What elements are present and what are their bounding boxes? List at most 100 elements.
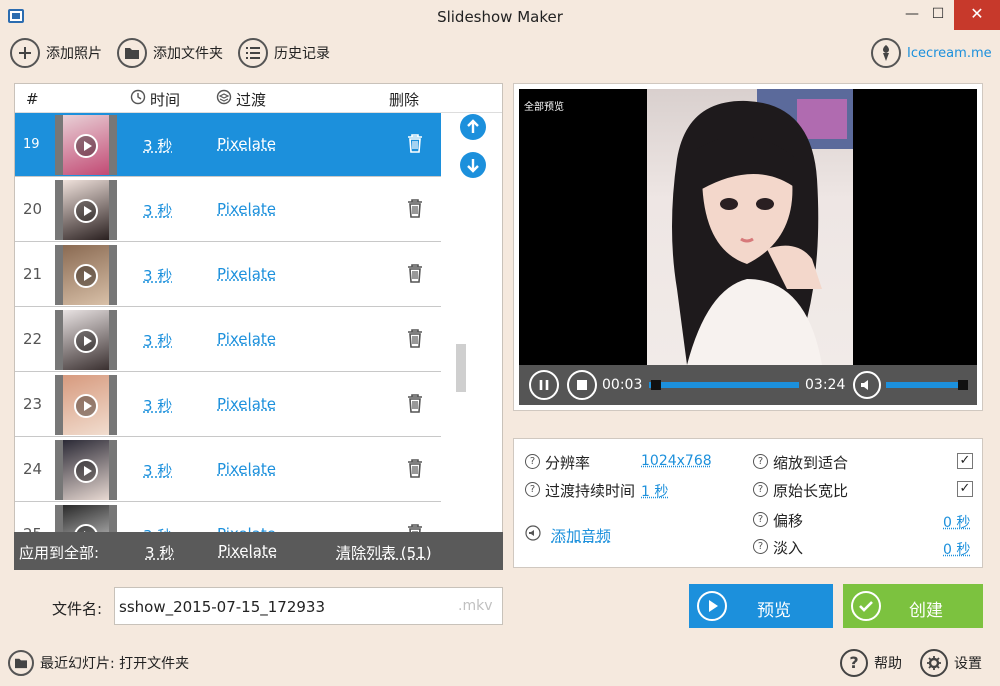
slide-number: 21	[23, 265, 43, 283]
close-button[interactable]: ✕	[954, 0, 1000, 30]
recent-slideshows-label: 最近幻灯片: 打开文件夹	[40, 656, 190, 672]
slide-transition[interactable]: Pixelate	[217, 330, 276, 348]
slide-thumbnail[interactable]	[55, 375, 117, 435]
title-bar: Slideshow Maker — ☐ ✕	[0, 0, 1000, 34]
slide-transition[interactable]: Pixelate	[217, 460, 276, 478]
maximize-button[interactable]: ☐	[923, 0, 953, 30]
icecream-logo-icon	[871, 38, 901, 68]
slide-duration[interactable]: 3 秒	[143, 330, 172, 351]
help-circle-icon[interactable]: ?	[753, 512, 768, 527]
resolution-label: 分辨率	[545, 454, 591, 472]
slide-transition[interactable]: Pixelate	[217, 200, 276, 218]
scale-to-fit-checkbox[interactable]: ✓	[957, 453, 973, 469]
slide-row[interactable]: 19 3 秒 Pixelate	[15, 113, 441, 177]
play-icon[interactable]	[74, 459, 98, 483]
slide-duration[interactable]: 3 秒	[143, 265, 172, 286]
volume-track[interactable]	[886, 380, 968, 390]
clear-list-link[interactable]: 清除列表 (51)	[336, 542, 432, 563]
apply-all-transition[interactable]: Pixelate	[218, 542, 277, 560]
plus-icon	[10, 38, 40, 68]
preview-button[interactable]: 预览	[689, 584, 833, 628]
slide-duration[interactable]: 3 秒	[143, 395, 172, 416]
header-time[interactable]: 时间	[150, 89, 180, 110]
help-circle-icon[interactable]: ?	[753, 482, 768, 497]
move-up-button[interactable]	[460, 114, 486, 140]
trash-icon[interactable]	[407, 393, 423, 413]
transition-duration-value[interactable]: 1 秒	[641, 481, 668, 501]
stop-button[interactable]	[567, 370, 597, 400]
pause-icon	[539, 380, 549, 390]
trash-icon[interactable]	[407, 263, 423, 283]
help-button[interactable]: ? 帮助	[840, 648, 902, 678]
apply-all-duration[interactable]: 3 秒	[145, 542, 174, 563]
resolution-value[interactable]: 1024x768	[641, 453, 712, 469]
trash-icon[interactable]	[407, 198, 423, 218]
slide-transition[interactable]: Pixelate	[217, 395, 276, 413]
help-circle-icon[interactable]: ?	[525, 454, 540, 469]
slide-row[interactable]: 23 3 秒 Pixelate	[15, 373, 441, 437]
volume-handle[interactable]	[958, 380, 968, 390]
add-photos-button[interactable]: 添加照片	[10, 37, 102, 69]
history-button[interactable]: 历史记录	[238, 37, 330, 69]
slide-row[interactable]: 21 3 秒 Pixelate	[15, 243, 441, 307]
list-header: # 时间 过渡 删除	[15, 84, 502, 113]
progress-handle[interactable]	[651, 380, 661, 390]
create-button[interactable]: 创建	[843, 584, 983, 628]
help-circle-icon[interactable]: ?	[753, 454, 768, 469]
apply-all-bar: 应用到全部: 3 秒 Pixelate 清除列表 (51)	[14, 532, 503, 570]
play-icon[interactable]	[74, 199, 98, 223]
slide-row[interactable]: 24 3 秒 Pixelate	[15, 438, 441, 502]
stop-icon	[577, 380, 587, 390]
header-transition[interactable]: 过渡	[236, 89, 266, 110]
preview-overlay-label: 全部预览	[524, 102, 564, 113]
player-controls: 00:03 03:24	[519, 365, 977, 405]
layers-icon	[216, 89, 232, 109]
filename-extension: .mkv	[458, 598, 493, 614]
fade-in-value[interactable]: 0 秒	[943, 539, 970, 559]
trash-icon[interactable]	[407, 458, 423, 478]
play-icon[interactable]	[74, 134, 98, 158]
play-icon[interactable]	[74, 394, 98, 418]
recent-slideshows-link[interactable]: 最近幻灯片: 打开文件夹	[8, 648, 189, 678]
slide-thumbnail[interactable]	[55, 180, 117, 240]
aspect-ratio-checkbox[interactable]: ✓	[957, 481, 973, 497]
trash-icon[interactable]	[407, 328, 423, 348]
slide-number: 22	[23, 330, 43, 348]
add-folder-label: 添加文件夹	[153, 46, 223, 62]
slide-thumbnail[interactable]	[55, 440, 117, 500]
slide-duration[interactable]: 3 秒	[143, 135, 172, 156]
folder-icon	[117, 38, 147, 68]
speaker-icon	[861, 380, 868, 390]
filename-input[interactable]: sshow_2015-07-15_172933 .mkv	[114, 587, 503, 625]
move-down-button[interactable]	[460, 152, 486, 178]
offset-label: 偏移	[773, 512, 804, 530]
slide-duration[interactable]: 3 秒	[143, 460, 172, 481]
help-circle-icon[interactable]: ?	[753, 539, 768, 554]
add-audio-link[interactable]: 添加音频	[551, 525, 611, 546]
slide-row[interactable]: 20 3 秒 Pixelate	[15, 178, 441, 242]
volume-button[interactable]	[853, 371, 881, 399]
slide-thumbnail[interactable]	[55, 245, 117, 305]
slide-transition[interactable]: Pixelate	[217, 135, 276, 153]
scrollbar-thumb[interactable]	[456, 344, 466, 392]
gear-icon	[920, 649, 948, 677]
progress-track[interactable]	[649, 380, 799, 390]
pause-button[interactable]	[529, 370, 559, 400]
slide-thumbnail[interactable]	[55, 310, 117, 370]
current-time: 00:03	[602, 377, 643, 393]
play-icon[interactable]	[74, 329, 98, 353]
help-circle-icon[interactable]: ?	[525, 482, 540, 497]
trash-icon[interactable]	[407, 133, 423, 153]
play-icon[interactable]	[74, 264, 98, 288]
help-label: 帮助	[874, 656, 902, 672]
icecream-link[interactable]: Icecream.me	[871, 37, 992, 69]
video-area[interactable]: 全部预览	[519, 89, 977, 365]
settings-button[interactable]: 设置	[920, 648, 982, 678]
slide-transition[interactable]: Pixelate	[217, 265, 276, 283]
slide-number: 20	[23, 200, 43, 218]
add-folder-button[interactable]: 添加文件夹	[117, 37, 223, 69]
offset-value[interactable]: 0 秒	[943, 512, 970, 532]
slide-thumbnail[interactable]	[55, 115, 117, 175]
slide-row[interactable]: 22 3 秒 Pixelate	[15, 308, 441, 372]
slide-duration[interactable]: 3 秒	[143, 200, 172, 221]
